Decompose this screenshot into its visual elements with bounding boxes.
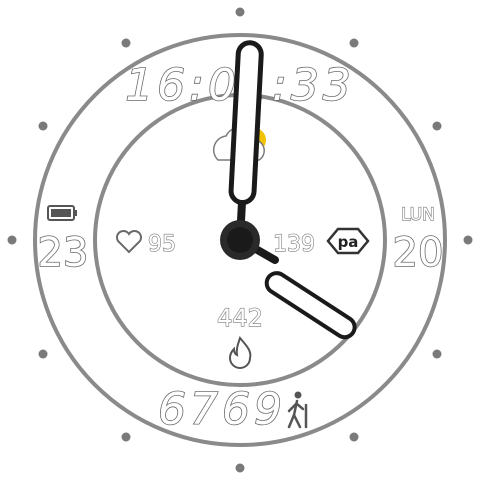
watch-face: 16:01:33 23 95 139 pa LUN 20 442 6769 xyxy=(7,7,473,473)
steps-value: 6769 xyxy=(158,384,286,435)
heart-icon xyxy=(115,229,143,254)
pressure-value: 139 xyxy=(273,232,315,257)
hour-dot-7 xyxy=(121,432,131,442)
weekday: LUN xyxy=(401,205,435,225)
calories-value: 442 xyxy=(217,304,263,332)
battery-icon xyxy=(47,205,77,221)
hour-dot-2 xyxy=(432,121,442,131)
hour-dot-4 xyxy=(432,349,442,359)
hour-dot-1 xyxy=(349,38,359,48)
hour-dot-10 xyxy=(38,121,48,131)
center-hub-cap xyxy=(227,227,253,253)
walking-person-icon xyxy=(287,391,308,429)
hour-dot-6 xyxy=(235,463,245,473)
hour-dot-12 xyxy=(235,7,245,17)
hour-dot-8 xyxy=(38,349,48,359)
pressure-unit: pa xyxy=(338,233,359,251)
hour-dot-5 xyxy=(349,432,359,442)
battery-value: 23 xyxy=(38,230,89,276)
hour-dot-3 xyxy=(463,235,473,245)
flame-icon xyxy=(228,336,252,369)
hour-dot-9 xyxy=(7,235,17,245)
hour-dot-11 xyxy=(121,38,131,48)
heart-rate-value: 95 xyxy=(148,232,176,257)
day-of-month: 20 xyxy=(393,230,444,276)
pressure-badge: pa xyxy=(326,227,370,255)
